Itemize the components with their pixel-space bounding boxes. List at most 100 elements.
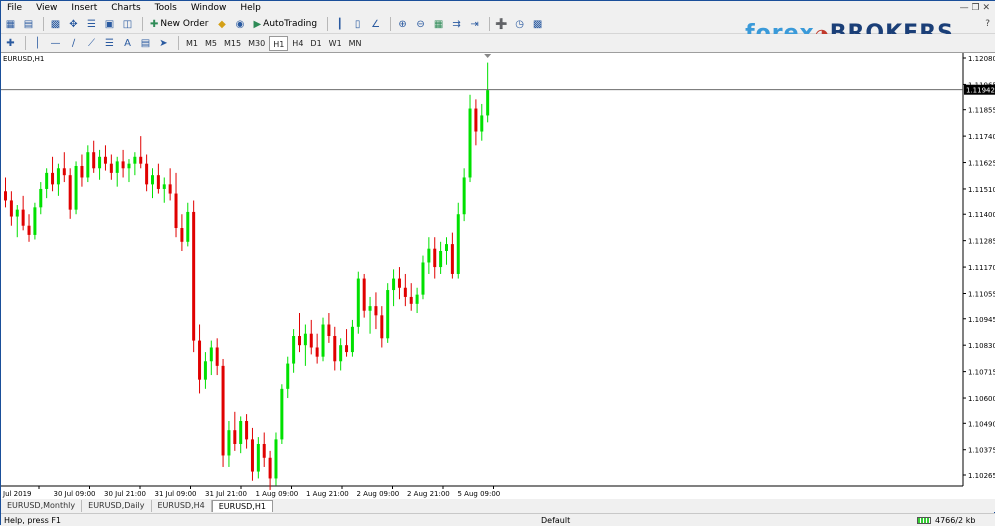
bear-candle	[180, 228, 184, 242]
bull-candle	[203, 361, 207, 380]
toolbar-separator	[25, 36, 26, 50]
bear-candle	[51, 172, 55, 185]
timeframe-mn[interactable]: MN	[346, 36, 365, 51]
zoom-out-icon[interactable]: ⊖	[413, 17, 428, 32]
bull-candle	[256, 443, 260, 472]
tab-eurusd-h4[interactable]: EURUSD,H4	[152, 500, 212, 512]
community-icon[interactable]: ◉	[232, 17, 247, 32]
zoom-in-icon[interactable]: ⊕	[395, 17, 410, 32]
chart-window[interactable]: EURUSD,H1 1.120801.119651.118551.117401.…	[1, 52, 995, 499]
tile-windows-icon[interactable]: ▦	[431, 17, 446, 32]
status-profile: Default	[541, 516, 571, 525]
arrows-icon[interactable]: ➤	[156, 36, 171, 51]
menu-view[interactable]: View	[36, 3, 57, 13]
bull-candle	[56, 168, 60, 185]
bear-candle	[198, 340, 202, 380]
terminal-icon[interactable]: ▣	[102, 17, 117, 32]
menu-file[interactable]: File	[7, 3, 22, 13]
bear-candle	[362, 278, 366, 311]
chart-title: EURUSD,H1	[3, 55, 45, 63]
horizontal-line-icon[interactable]: —	[48, 36, 63, 51]
chart-shift-icon[interactable]: ⇥	[467, 17, 482, 32]
indicators-icon[interactable]: ➕	[494, 17, 509, 32]
timeframe-w1[interactable]: W1	[326, 36, 345, 51]
menu-charts[interactable]: Charts	[111, 3, 140, 13]
time-tick-label: 31 Jul 09:00	[155, 490, 197, 498]
text-icon[interactable]: A	[120, 36, 135, 51]
bull-candle	[303, 333, 307, 346]
bear-candle	[327, 324, 331, 336]
bear-candle	[62, 168, 66, 176]
bull-candle	[339, 345, 343, 362]
new-order-button[interactable]: ✚ New Order	[147, 17, 211, 32]
bear-candle	[380, 315, 384, 339]
connection-icon	[917, 517, 931, 524]
profiles-icon[interactable]: ▤	[21, 17, 36, 32]
price-tick-label: 1.11400	[968, 211, 995, 219]
bear-candle	[233, 430, 237, 444]
bull-candle	[468, 108, 472, 178]
menu-window[interactable]: Window	[191, 3, 227, 13]
text-label-icon[interactable]: ▤	[138, 36, 153, 51]
bull-candle	[286, 363, 290, 389]
timeframe-m15[interactable]: M15	[221, 36, 244, 51]
bull-candle	[274, 439, 278, 479]
help-icon[interactable]: ?	[985, 19, 990, 29]
price-tick-label: 1.10490	[968, 420, 995, 428]
time-tick-label: 30 Jul 09:00	[54, 490, 96, 498]
price-tick-label: 1.10265	[968, 472, 995, 480]
crosshair-icon[interactable]: ✚	[3, 36, 18, 51]
timeframe-h4[interactable]: H4	[289, 36, 306, 51]
line-chart-icon[interactable]: ∠	[368, 17, 383, 32]
templates-icon[interactable]: ▩	[530, 17, 545, 32]
bull-candle	[392, 278, 396, 291]
auto-scroll-icon[interactable]: ⇉	[449, 17, 464, 32]
vertical-line-icon[interactable]: │	[30, 36, 45, 51]
menu-insert[interactable]: Insert	[71, 3, 97, 13]
bear-candle	[221, 365, 225, 456]
bull-candle	[421, 262, 425, 295]
new-chart-icon[interactable]: ▦	[3, 17, 18, 32]
timeframe-m5[interactable]: M5	[202, 36, 220, 51]
autotrading-button[interactable]: ▶ AutoTrading	[250, 17, 320, 32]
candlestick-icon[interactable]: ▯	[350, 17, 365, 32]
data-window-icon[interactable]: ✥	[66, 17, 81, 32]
bull-candle	[33, 207, 37, 235]
tab-eurusd-h1[interactable]: EURUSD,H1	[211, 500, 273, 512]
trendline-icon[interactable]: ∕	[66, 36, 81, 51]
timeframe-m30[interactable]: M30	[245, 36, 268, 51]
time-tick-label: 30 Jul 21:00	[104, 490, 146, 498]
menu-tools[interactable]: Tools	[155, 3, 177, 13]
menu-help[interactable]: Help	[240, 3, 261, 13]
periods-icon[interactable]: ◷	[512, 17, 527, 32]
timeframe-d1[interactable]: D1	[307, 36, 324, 51]
timeframe-h1[interactable]: H1	[269, 35, 289, 51]
chart-tabs: EURUSD,Monthly EURUSD,Daily EURUSD,H4 EU…	[1, 499, 995, 512]
tab-eurusd-daily[interactable]: EURUSD,Daily	[82, 500, 152, 512]
tester-icon[interactable]: ◫	[120, 17, 135, 32]
metaeditor-icon[interactable]: ◆	[214, 17, 229, 32]
tab-eurusd-monthly[interactable]: EURUSD,Monthly	[1, 500, 83, 512]
bull-candle	[162, 184, 166, 189]
price-tick-label: 1.11855	[968, 107, 995, 115]
fibonacci-icon[interactable]: ☰	[102, 36, 117, 51]
bear-candle	[168, 184, 172, 194]
bear-candle	[27, 225, 31, 235]
bear-candle	[68, 175, 72, 210]
time-tick-label: 1 Aug 09:00	[256, 490, 299, 498]
window-controls[interactable]: — ❐ ✕	[960, 3, 990, 13]
channel-icon[interactable]: ⟋	[84, 36, 99, 51]
objects-timeframes-toolbar: ✚ │ — ∕ ⟋ ☰ A ▤ ➤ M1 M5 M15 M30 H1 H4 D1…	[1, 34, 995, 53]
status-traffic: 4766/2 kb	[935, 516, 976, 525]
bear-candle	[333, 336, 337, 362]
market-watch-icon[interactable]: ▩	[48, 17, 63, 32]
toolbar-separator	[178, 36, 179, 50]
price-chart[interactable]: 1.120801.119651.118551.117401.116251.115…	[1, 53, 995, 500]
time-tick-label: 2 Aug 21:00	[407, 490, 450, 498]
timeframe-m1[interactable]: M1	[183, 36, 201, 51]
navigator-icon[interactable]: ☰	[84, 17, 99, 32]
terminal-window: File View Insert Charts Tools Window Hel…	[0, 0, 995, 526]
bar-chart-icon[interactable]: ┃	[332, 17, 347, 32]
bull-candle	[350, 326, 354, 353]
bear-candle	[298, 336, 301, 346]
